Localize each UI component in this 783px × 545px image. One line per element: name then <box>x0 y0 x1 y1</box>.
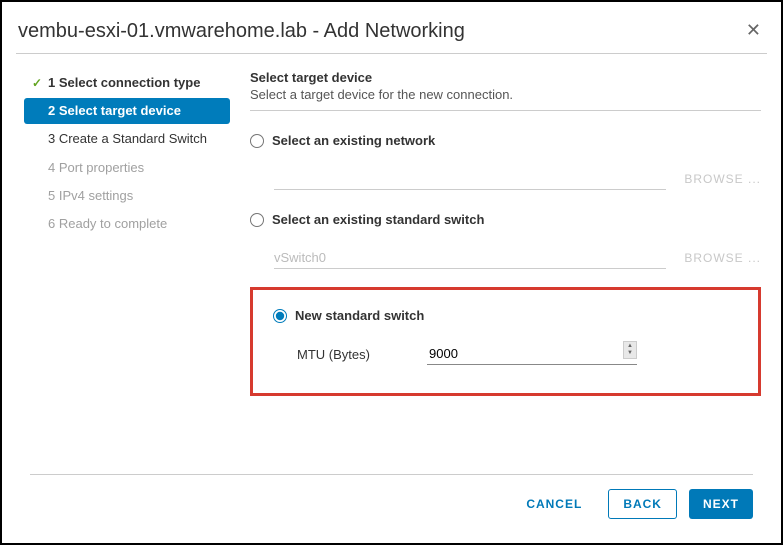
checkmark-icon: ✓ <box>30 75 44 92</box>
radio-label: Select an existing standard switch <box>272 212 484 227</box>
existing-switch-field: vSwitch0 <box>274 247 666 269</box>
add-networking-dialog: vembu-esxi-01.vmwarehome.lab - Add Netwo… <box>16 14 767 531</box>
mtu-input[interactable] <box>427 343 637 365</box>
radio-label: New standard switch <box>295 308 424 323</box>
dialog-header: vembu-esxi-01.vmwarehome.lab - Add Netwo… <box>16 14 767 54</box>
chevron-up-icon: ▲ <box>627 343 633 350</box>
step-2-target-device[interactable]: 2 Select target device <box>24 98 230 124</box>
back-button[interactable]: BACK <box>608 489 677 519</box>
cancel-button[interactable]: CANCEL <box>512 489 596 519</box>
existing-network-field <box>274 168 666 190</box>
step-label: 2 Select target device <box>48 102 181 120</box>
dialog-title: vembu-esxi-01.vmwarehome.lab - Add Netwo… <box>18 20 465 43</box>
radio-existing-network[interactable] <box>250 134 264 148</box>
dialog-footer: CANCEL BACK NEXT <box>30 474 753 519</box>
highlight-box: New standard switch MTU (Bytes) ▲ ▼ <box>250 287 761 396</box>
radio-new-switch[interactable] <box>273 309 287 323</box>
step-3-standard-switch[interactable]: 3 Create a Standard Switch <box>24 126 230 152</box>
step-label: 4 Port properties <box>48 159 144 177</box>
main-panel: Select target device Select a target dev… <box>238 54 767 481</box>
step-1-connection-type[interactable]: ✓ 1 Select connection type <box>24 70 230 96</box>
chevron-down-icon: ▼ <box>627 350 633 357</box>
radio-label: Select an existing network <box>272 133 435 148</box>
step-4-port-properties: 4 Port properties <box>24 155 230 181</box>
wizard-steps: ✓ 1 Select connection type 2 Select targ… <box>16 54 238 481</box>
step-label: 3 Create a Standard Switch <box>48 130 207 148</box>
radio-existing-switch[interactable] <box>250 213 264 227</box>
panel-title: Select target device <box>250 70 761 85</box>
option-existing-switch[interactable]: Select an existing standard switch <box>250 212 761 227</box>
mtu-label: MTU (Bytes) <box>297 347 427 362</box>
panel-subtitle: Select a target device for the new conne… <box>250 87 761 111</box>
browse-network-button: BROWSE ... <box>684 172 761 186</box>
step-label: 5 IPv4 settings <box>48 187 133 205</box>
option-existing-network[interactable]: Select an existing network <box>250 133 761 148</box>
close-icon[interactable]: ✕ <box>742 20 765 41</box>
browse-switch-button: BROWSE ... <box>684 251 761 265</box>
next-button[interactable]: NEXT <box>689 489 753 519</box>
step-label: 1 Select connection type <box>48 74 200 92</box>
step-5-ipv4-settings: 5 IPv4 settings <box>24 183 230 209</box>
option-new-switch[interactable]: New standard switch <box>273 308 738 323</box>
step-6-ready-complete: 6 Ready to complete <box>24 211 230 237</box>
step-label: 6 Ready to complete <box>48 215 167 233</box>
mtu-stepper[interactable]: ▲ ▼ <box>623 341 637 359</box>
